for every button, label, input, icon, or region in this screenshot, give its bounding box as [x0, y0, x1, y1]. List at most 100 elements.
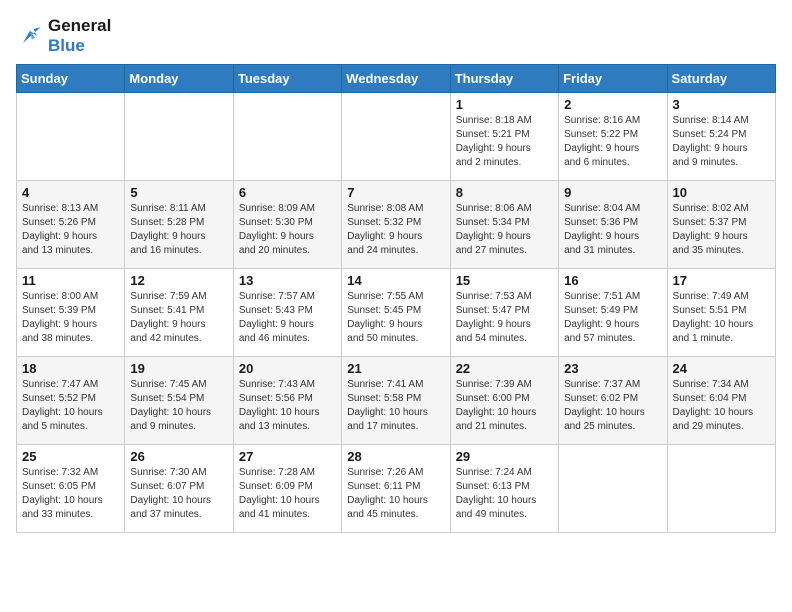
day-number: 15 — [456, 273, 553, 288]
day-number: 17 — [673, 273, 770, 288]
day-info: Sunrise: 8:13 AM Sunset: 5:26 PM Dayligh… — [22, 202, 119, 258]
day-info: Sunrise: 8:08 AM Sunset: 5:32 PM Dayligh… — [347, 202, 444, 258]
day-info: Sunrise: 7:39 AM Sunset: 6:00 PM Dayligh… — [456, 378, 553, 434]
calendar-cell: 23Sunrise: 7:37 AM Sunset: 6:02 PM Dayli… — [559, 357, 667, 445]
calendar-cell: 27 Sunrise: 7:28 AM Sunset: 6:09 PM Dayli… — [233, 445, 341, 533]
weekday-header-tuesday: Tuesday — [233, 65, 341, 93]
day-info: Sunrise: 7:37 AM Sunset: 6:02 PM Dayligh… — [564, 378, 661, 434]
day-number: 12 — [130, 273, 227, 288]
calendar-cell: 20 Sunrise: 7:43 AM Sunset: 5:56 PM Dayli… — [233, 357, 341, 445]
calendar-week-4: 18Sunrise: 7:47 AM Sunset: 5:52 PM Dayli… — [17, 357, 776, 445]
day-number: 10 — [673, 185, 770, 200]
calendar-cell: 28 Sunrise: 7:26 AM Sunset: 6:11 PM Dayli… — [342, 445, 450, 533]
logo-icon — [16, 22, 44, 50]
weekday-header-saturday: Saturday — [667, 65, 775, 93]
calendar-cell: 25 Sunrise: 7:32 AM Sunset: 6:05 PM Dayli… — [17, 445, 125, 533]
day-info: Sunrise: 8:04 AM Sunset: 5:36 PM Dayligh… — [564, 202, 661, 258]
calendar-cell: 11Sunrise: 8:00 AM Sunset: 5:39 PM Dayli… — [17, 269, 125, 357]
day-number: 29 — [456, 449, 553, 464]
day-number: 5 — [130, 185, 227, 200]
day-number: 19 — [130, 361, 227, 376]
calendar-cell — [17, 93, 125, 181]
calendar-cell: 7 Sunrise: 8:08 AM Sunset: 5:32 PM Daylig… — [342, 181, 450, 269]
calendar-cell: 4 Sunrise: 8:13 AM Sunset: 5:26 PM Daylig… — [17, 181, 125, 269]
weekday-header-friday: Friday — [559, 65, 667, 93]
calendar-cell: 21 Sunrise: 7:41 AM Sunset: 5:58 PM Dayli… — [342, 357, 450, 445]
day-info: Sunrise: 7:24 AM Sunset: 6:13 PM Dayligh… — [456, 466, 553, 522]
day-number: 8 — [456, 185, 553, 200]
day-info: Sunrise: 7:26 AM Sunset: 6:11 PM Dayligh… — [347, 466, 444, 522]
day-info: Sunrise: 8:11 AM Sunset: 5:28 PM Dayligh… — [130, 202, 227, 258]
calendar-cell — [667, 445, 775, 533]
day-number: 22 — [456, 361, 553, 376]
day-info: Sunrise: 7:32 AM Sunset: 6:05 PM Dayligh… — [22, 466, 119, 522]
calendar-cell: 24 Sunrise: 7:34 AM Sunset: 6:04 PM Dayli… — [667, 357, 775, 445]
day-info: Sunrise: 7:28 AM Sunset: 6:09 PM Dayligh… — [239, 466, 336, 522]
calendar-cell: 3Sunrise: 8:14 AM Sunset: 5:24 PM Daylig… — [667, 93, 775, 181]
calendar-cell: 1 Sunrise: 8:18 AM Sunset: 5:21 PM Daylig… — [450, 93, 558, 181]
day-number: 3 — [673, 97, 770, 112]
day-info: Sunrise: 8:18 AM Sunset: 5:21 PM Dayligh… — [456, 114, 553, 170]
day-info: Sunrise: 7:34 AM Sunset: 6:04 PM Dayligh… — [673, 378, 770, 434]
calendar-cell: 22 Sunrise: 7:39 AM Sunset: 6:00 PM Dayli… — [450, 357, 558, 445]
day-number: 26 — [130, 449, 227, 464]
calendar-week-5: 25 Sunrise: 7:32 AM Sunset: 6:05 PM Dayli… — [17, 445, 776, 533]
logo-text: General Blue — [48, 16, 111, 56]
calendar-cell: 12 Sunrise: 7:59 AM Sunset: 5:41 PM Dayli… — [125, 269, 233, 357]
calendar-cell — [342, 93, 450, 181]
day-info: Sunrise: 7:53 AM Sunset: 5:47 PM Dayligh… — [456, 290, 553, 346]
calendar-cell: 29 Sunrise: 7:24 AM Sunset: 6:13 PM Dayli… — [450, 445, 558, 533]
day-number: 27 — [239, 449, 336, 464]
day-number: 16 — [564, 273, 661, 288]
calendar-cell: 19 Sunrise: 7:45 AM Sunset: 5:54 PM Dayli… — [125, 357, 233, 445]
day-number: 20 — [239, 361, 336, 376]
calendar-cell: 13 Sunrise: 7:57 AM Sunset: 5:43 PM Dayli… — [233, 269, 341, 357]
header: General Blue — [16, 16, 776, 56]
day-number: 6 — [239, 185, 336, 200]
day-number: 21 — [347, 361, 444, 376]
calendar-week-1: 1 Sunrise: 8:18 AM Sunset: 5:21 PM Daylig… — [17, 93, 776, 181]
calendar-cell: 16 Sunrise: 7:51 AM Sunset: 5:49 PM Dayli… — [559, 269, 667, 357]
day-info: Sunrise: 8:00 AM Sunset: 5:39 PM Dayligh… — [22, 290, 119, 346]
day-number: 14 — [347, 273, 444, 288]
day-info: Sunrise: 7:55 AM Sunset: 5:45 PM Dayligh… — [347, 290, 444, 346]
calendar-week-2: 4 Sunrise: 8:13 AM Sunset: 5:26 PM Daylig… — [17, 181, 776, 269]
day-number: 2 — [564, 97, 661, 112]
day-info: Sunrise: 7:59 AM Sunset: 5:41 PM Dayligh… — [130, 290, 227, 346]
calendar-cell: 5 Sunrise: 8:11 AM Sunset: 5:28 PM Daylig… — [125, 181, 233, 269]
day-info: Sunrise: 7:57 AM Sunset: 5:43 PM Dayligh… — [239, 290, 336, 346]
day-info: Sunrise: 7:30 AM Sunset: 6:07 PM Dayligh… — [130, 466, 227, 522]
calendar-cell: 26 Sunrise: 7:30 AM Sunset: 6:07 PM Dayli… — [125, 445, 233, 533]
calendar-cell: 18Sunrise: 7:47 AM Sunset: 5:52 PM Dayli… — [17, 357, 125, 445]
calendar-cell: 2 Sunrise: 8:16 AM Sunset: 5:22 PM Daylig… — [559, 93, 667, 181]
day-number: 25 — [22, 449, 119, 464]
weekday-header-thursday: Thursday — [450, 65, 558, 93]
day-info: Sunrise: 7:47 AM Sunset: 5:52 PM Dayligh… — [22, 378, 119, 434]
day-number: 28 — [347, 449, 444, 464]
day-number: 13 — [239, 273, 336, 288]
weekday-header-wednesday: Wednesday — [342, 65, 450, 93]
day-info: Sunrise: 7:51 AM Sunset: 5:49 PM Dayligh… — [564, 290, 661, 346]
calendar-cell: 14 Sunrise: 7:55 AM Sunset: 5:45 PM Dayli… — [342, 269, 450, 357]
weekday-header-sunday: Sunday — [17, 65, 125, 93]
day-info: Sunrise: 7:49 AM Sunset: 5:51 PM Dayligh… — [673, 290, 770, 346]
day-info: Sunrise: 7:43 AM Sunset: 5:56 PM Dayligh… — [239, 378, 336, 434]
logo: General Blue — [16, 16, 111, 56]
day-number: 9 — [564, 185, 661, 200]
day-info: Sunrise: 8:02 AM Sunset: 5:37 PM Dayligh… — [673, 202, 770, 258]
calendar-cell — [559, 445, 667, 533]
day-info: Sunrise: 7:41 AM Sunset: 5:58 PM Dayligh… — [347, 378, 444, 434]
calendar-week-3: 11Sunrise: 8:00 AM Sunset: 5:39 PM Dayli… — [17, 269, 776, 357]
weekday-header-monday: Monday — [125, 65, 233, 93]
calendar-cell: 9 Sunrise: 8:04 AM Sunset: 5:36 PM Daylig… — [559, 181, 667, 269]
calendar-cell — [233, 93, 341, 181]
calendar-cell: 15 Sunrise: 7:53 AM Sunset: 5:47 PM Dayli… — [450, 269, 558, 357]
day-number: 24 — [673, 361, 770, 376]
calendar-cell — [125, 93, 233, 181]
day-number: 1 — [456, 97, 553, 112]
day-number: 7 — [347, 185, 444, 200]
day-number: 4 — [22, 185, 119, 200]
day-info: Sunrise: 7:45 AM Sunset: 5:54 PM Dayligh… — [130, 378, 227, 434]
day-info: Sunrise: 8:16 AM Sunset: 5:22 PM Dayligh… — [564, 114, 661, 170]
calendar-table: SundayMondayTuesdayWednesdayThursdayFrid… — [16, 64, 776, 533]
